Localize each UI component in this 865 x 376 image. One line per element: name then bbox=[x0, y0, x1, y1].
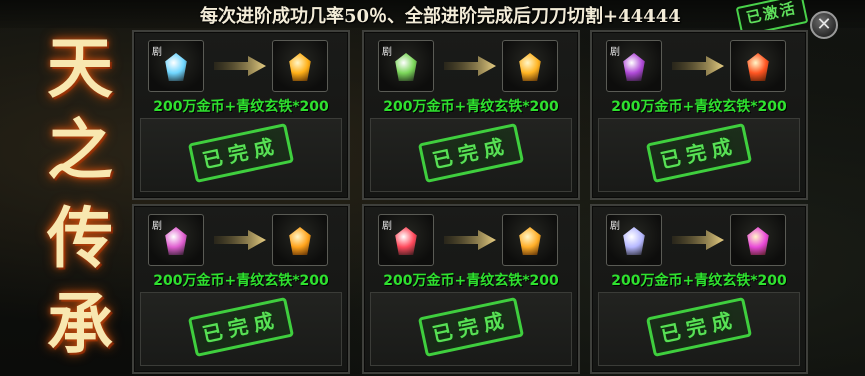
advance-panel: 剧 200万金币+青纹玄铁*200 已完成 bbox=[590, 30, 808, 200]
completed-stamp: 已完成 bbox=[417, 123, 525, 183]
title-char-1: 天 bbox=[47, 29, 113, 107]
target-item-slot[interactable] bbox=[502, 40, 558, 92]
advance-panel: 剧 200万金币+青纹玄铁*200 已完成 bbox=[590, 204, 808, 374]
advance-panel: 剧 200万金币+青纹玄铁*200 已完成 bbox=[132, 204, 350, 374]
gem-icon bbox=[289, 53, 311, 81]
gem-icon bbox=[165, 227, 187, 255]
gem-icon bbox=[395, 227, 417, 255]
target-item-slot[interactable] bbox=[502, 214, 558, 266]
gem-icon bbox=[289, 227, 311, 255]
item-tag: 剧 bbox=[152, 47, 162, 58]
completed-stamp: 已完成 bbox=[187, 123, 295, 183]
banner-text: 每次进阶成功几率50％、全部进阶完成后刀刀切割+44444 bbox=[200, 6, 681, 27]
status-area: 已完成 bbox=[370, 292, 572, 366]
arrow-right-icon bbox=[672, 56, 724, 76]
cost-label: 200万金币+青纹玄铁*200 bbox=[153, 99, 329, 115]
completed-stamp: 已完成 bbox=[645, 297, 753, 357]
arrow-right-icon bbox=[444, 230, 496, 250]
target-item-slot[interactable] bbox=[272, 214, 328, 266]
item-tag: 剧 bbox=[382, 47, 392, 58]
vertical-title: 天 之 传 承 bbox=[22, 28, 132, 376]
status-area: 已完成 bbox=[140, 118, 342, 192]
advance-panel: 剧 200万金币+青纹玄铁*200 已完成 bbox=[132, 30, 350, 200]
item-tag: 剧 bbox=[382, 221, 392, 232]
status-area: 已完成 bbox=[370, 118, 572, 192]
gem-icon bbox=[519, 53, 541, 81]
gem-icon bbox=[747, 53, 769, 81]
arrow-right-icon bbox=[444, 56, 496, 76]
top-banner: 每次进阶成功几率50％、全部进阶完成后刀刀切割+44444 bbox=[0, 0, 865, 28]
close-button[interactable]: ✕ bbox=[810, 11, 838, 39]
completed-stamp: 已完成 bbox=[187, 297, 295, 357]
cost-label: 200万金币+青纹玄铁*200 bbox=[611, 99, 787, 115]
gem-icon bbox=[395, 53, 417, 81]
source-item-slot[interactable]: 剧 bbox=[378, 40, 434, 92]
gem-icon bbox=[623, 227, 645, 255]
source-item-slot[interactable]: 剧 bbox=[606, 40, 662, 92]
gem-icon bbox=[747, 227, 769, 255]
source-item-slot[interactable]: 剧 bbox=[378, 214, 434, 266]
item-tag: 剧 bbox=[610, 221, 620, 232]
arrow-right-icon bbox=[672, 230, 724, 250]
arrow-right-icon bbox=[214, 56, 266, 76]
status-area: 已完成 bbox=[598, 292, 800, 366]
source-item-slot[interactable]: 剧 bbox=[148, 214, 204, 266]
title-char-4: 承 bbox=[47, 285, 113, 363]
target-item-slot[interactable] bbox=[272, 40, 328, 92]
gem-icon bbox=[519, 227, 541, 255]
status-area: 已完成 bbox=[140, 292, 342, 366]
gem-icon bbox=[165, 53, 187, 81]
title-char-3: 传 bbox=[47, 199, 113, 277]
advance-panel: 剧 200万金币+青纹玄铁*200 已完成 bbox=[362, 204, 580, 374]
arrow-right-icon bbox=[214, 230, 266, 250]
close-icon: ✕ bbox=[816, 14, 832, 35]
cost-label: 200万金币+青纹玄铁*200 bbox=[383, 273, 559, 289]
source-item-slot[interactable]: 剧 bbox=[148, 40, 204, 92]
target-item-slot[interactable] bbox=[730, 40, 786, 92]
gem-icon bbox=[623, 53, 645, 81]
completed-stamp: 已完成 bbox=[417, 297, 525, 357]
status-area: 已完成 bbox=[598, 118, 800, 192]
cost-label: 200万金币+青纹玄铁*200 bbox=[383, 99, 559, 115]
item-tag: 剧 bbox=[152, 221, 162, 232]
source-item-slot[interactable]: 剧 bbox=[606, 214, 662, 266]
cost-label: 200万金币+青纹玄铁*200 bbox=[611, 273, 787, 289]
title-char-2: 之 bbox=[47, 111, 113, 189]
item-tag: 剧 bbox=[610, 47, 620, 58]
completed-stamp: 已完成 bbox=[645, 123, 753, 183]
target-item-slot[interactable] bbox=[730, 214, 786, 266]
cost-label: 200万金币+青纹玄铁*200 bbox=[153, 273, 329, 289]
advance-panel: 剧 200万金币+青纹玄铁*200 已完成 bbox=[362, 30, 580, 200]
